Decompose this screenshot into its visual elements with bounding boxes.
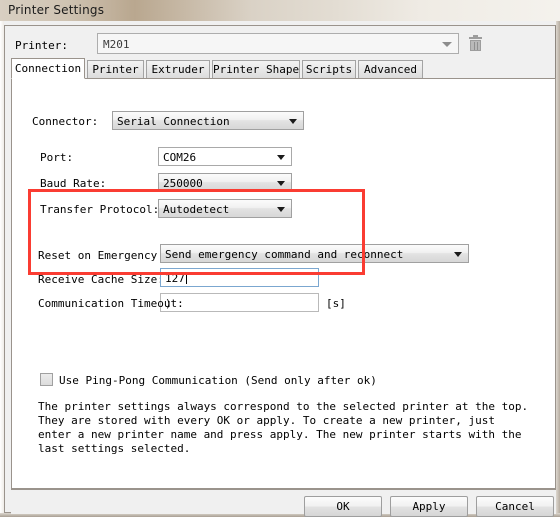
receive-cache-size-value: 127 — [165, 272, 187, 285]
text-caret — [185, 273, 187, 284]
reset-on-emergency-combobox-value: Send emergency command and reconnect — [165, 248, 404, 261]
settings-info-text: The printer settings always correspond t… — [38, 400, 529, 455]
ok-button[interactable]: OK — [304, 496, 382, 517]
window-titlebar: Printer Settings — [0, 0, 560, 21]
tab-printer-shape[interactable]: Printer Shape — [212, 60, 300, 78]
reset-on-emergency-label: Reset on Emergency — [38, 249, 158, 262]
transfer-protocol-label: Transfer Protocol: — [40, 203, 160, 216]
tab-scripts[interactable]: Scripts — [302, 60, 356, 78]
cancel-button[interactable]: Cancel — [476, 496, 554, 517]
connector-combobox[interactable]: Serial Connection — [112, 111, 304, 130]
connector-combobox-value: Serial Connection — [117, 115, 230, 128]
communication-timeout-unit: [s] — [326, 297, 346, 310]
port-combobox-value: COM26 — [163, 151, 197, 164]
window-title: Printer Settings — [8, 3, 105, 17]
connector-label: Connector: — [32, 115, 99, 128]
settings-tabbar: Connection Printer Extruder Printer Shap… — [11, 58, 556, 79]
tab-advanced[interactable]: Advanced — [358, 60, 423, 78]
receive-cache-size-label: Receive Cache Size: — [38, 273, 164, 286]
tab-extruder[interactable]: Extruder — [146, 60, 210, 78]
connection-tab-panel: Connector: Serial Connection Port: COM26… — [11, 78, 556, 489]
dialog-body: Printer: M201 Connection Printer Extrude… — [4, 25, 556, 517]
reset-on-emergency-combobox[interactable]: Send emergency command and reconnect — [160, 244, 469, 263]
tab-connection[interactable]: Connection — [11, 58, 85, 79]
port-label: Port: — [40, 151, 74, 164]
baud-rate-combobox-value: 250000 — [163, 177, 203, 190]
transfer-protocol-combobox-value: Autodetect — [163, 203, 230, 216]
dialog-footer: OK Apply Cancel — [11, 489, 556, 517]
baud-rate-combobox[interactable]: 250000 — [158, 173, 292, 192]
dialog-right-edge — [556, 21, 560, 517]
chevron-down-icon[interactable] — [277, 155, 285, 160]
chevron-down-icon[interactable] — [454, 252, 462, 257]
chevron-down-icon[interactable] — [277, 181, 285, 186]
printer-settings-dialog: Printer: M201 Connection Printer Extrude… — [0, 21, 560, 517]
port-combobox[interactable]: COM26 — [158, 147, 292, 166]
chevron-down-icon[interactable] — [277, 207, 285, 212]
receive-cache-size-input[interactable]: 127 — [160, 268, 319, 287]
use-ping-pong-label: Use Ping-Pong Communication (Send only a… — [59, 374, 377, 387]
printer-selector-row: Printer: M201 — [11, 33, 551, 59]
use-ping-pong-checkbox[interactable] — [40, 373, 53, 386]
baud-rate-label: Baud Rate: — [40, 177, 107, 190]
printer-combobox-value: M201 — [103, 38, 130, 51]
tab-printer[interactable]: Printer — [87, 60, 144, 78]
chevron-down-icon[interactable] — [289, 119, 297, 124]
communication-timeout-label: Communication Timeout: — [38, 297, 184, 310]
printer-combobox[interactable]: M201 — [97, 33, 459, 54]
transfer-protocol-combobox[interactable]: Autodetect — [158, 199, 292, 218]
delete-printer-button[interactable] — [467, 35, 487, 53]
chevron-down-icon[interactable] — [442, 42, 452, 47]
apply-button[interactable]: Apply — [390, 496, 468, 517]
receive-cache-size-text: 127 — [165, 272, 185, 285]
communication-timeout-input[interactable]: ) — [160, 293, 319, 312]
printer-label: Printer: — [15, 39, 68, 52]
